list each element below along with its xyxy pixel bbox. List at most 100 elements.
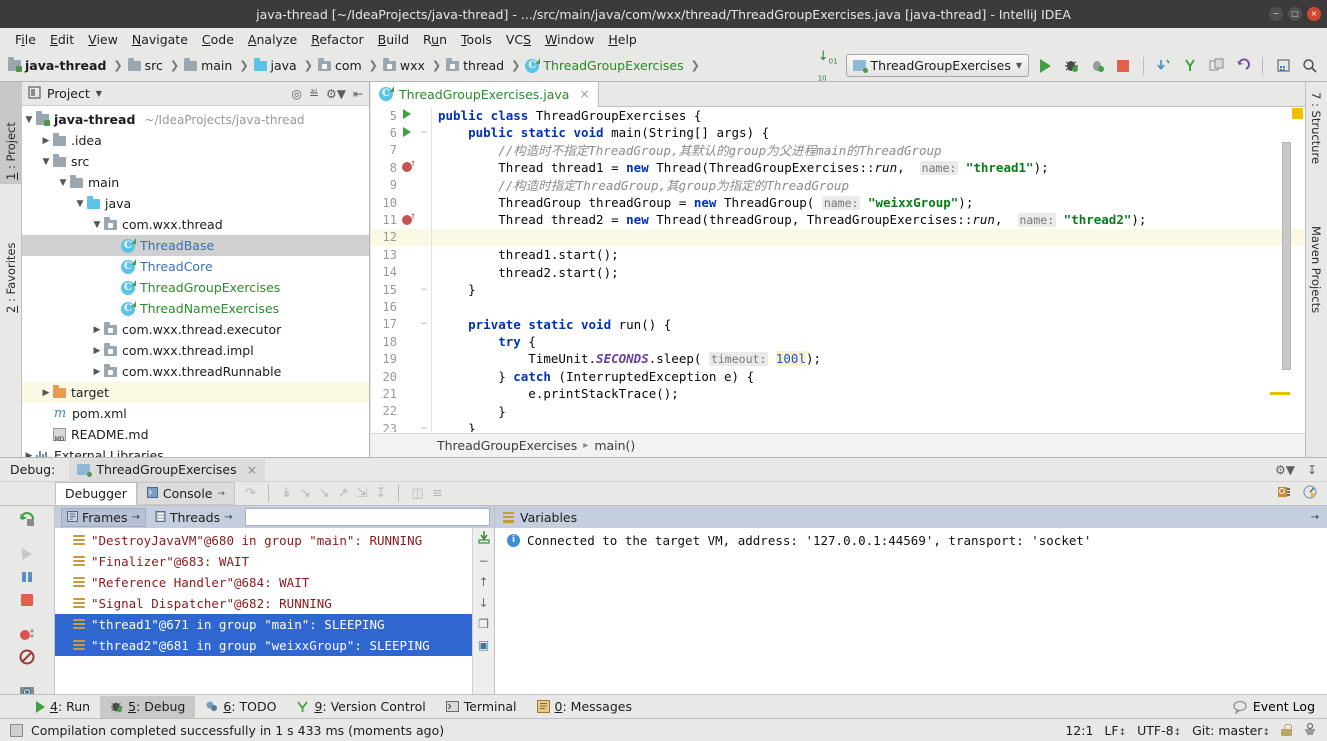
- code-fold-marker[interactable]: −: [417, 128, 431, 138]
- run-button[interactable]: [1035, 55, 1055, 77]
- code-line[interactable]: 11 Thread thread2 = new Thread(threadGro…: [371, 211, 1305, 229]
- target-icon[interactable]: ◎: [291, 87, 301, 101]
- run-gutter-icon[interactable]: [403, 126, 411, 137]
- settings-icon[interactable]: [1277, 485, 1291, 502]
- event-log-button[interactable]: Event Log: [1233, 699, 1327, 714]
- debug-button[interactable]: [1061, 55, 1081, 77]
- breakpoint-icon[interactable]: [402, 211, 416, 225]
- gutter-marker[interactable]: [397, 385, 417, 402]
- breadcrumb-item-wxx[interactable]: wxx ❯: [382, 57, 446, 73]
- gutter-marker[interactable]: [397, 281, 417, 298]
- drop-frame-icon[interactable]: ⇲: [357, 486, 368, 501]
- code-line[interactable]: 8 Thread thread1 = new Thread(ThreadGrou…: [371, 158, 1305, 177]
- gutter-marker[interactable]: [397, 298, 417, 315]
- tree-expand-arrow[interactable]: ▶: [39, 136, 53, 146]
- mute-breakpoints-icon[interactable]: ≡: [432, 486, 443, 501]
- stop-button[interactable]: [1113, 55, 1133, 77]
- breadcrumb-item-java-thread[interactable]: java-thread ❯: [8, 57, 128, 73]
- tree-node-pom-xml[interactable]: m pom.xml: [22, 403, 369, 424]
- code-fold-marker[interactable]: −: [417, 319, 431, 329]
- warning-stripe-marker[interactable]: [1270, 392, 1290, 395]
- tree-node-com-wxx-threadrunnable[interactable]: ▶ com.wxx.threadRunnable: [22, 361, 369, 382]
- breadcrumb-item-java[interactable]: java ❯: [253, 57, 318, 73]
- force-step-into-icon[interactable]: ↘: [319, 486, 330, 501]
- caret-position[interactable]: 12:1: [1065, 723, 1093, 738]
- menu-item-file[interactable]: File: [8, 30, 43, 49]
- breadcrumb-item-main[interactable]: main ❯: [184, 57, 253, 73]
- gutter-marker[interactable]: [397, 229, 417, 246]
- sidebar-item-project[interactable]: 1: Project: [0, 82, 22, 184]
- close-icon[interactable]: ×: [579, 87, 589, 101]
- tool-window-todo[interactable]: 6: TODO: [195, 696, 286, 718]
- gutter-marker[interactable]: [397, 316, 417, 333]
- menu-item-run[interactable]: Run: [416, 30, 454, 49]
- menu-item-vcs[interactable]: VCS: [499, 30, 538, 49]
- debug-session-tab[interactable]: ThreadGroupExercises ×: [69, 458, 266, 481]
- menu-item-analyze[interactable]: Analyze: [241, 30, 304, 49]
- minimize-button[interactable]: −: [1269, 7, 1283, 21]
- tree-node-readme-md[interactable]: MD README.md: [22, 424, 369, 445]
- collapse-all-icon[interactable]: ≝: [309, 87, 319, 101]
- project-tree[interactable]: ▼ java-thread ~/IdeaProjects/java-thread ▶.…: [22, 106, 369, 457]
- pause-icon[interactable]: [16, 569, 38, 585]
- breadcrumb-item-com[interactable]: com ❯: [317, 57, 383, 73]
- commit-icon[interactable]: [1180, 55, 1200, 77]
- rerun-icon[interactable]: [16, 510, 38, 528]
- code-line[interactable]: 5 public class ThreadGroupExercises {: [371, 107, 1305, 125]
- sidebar-item-favorites[interactable]: 2: Favorites: [0, 192, 22, 317]
- update-project-icon[interactable]: [1154, 55, 1174, 77]
- tree-expand-arrow[interactable]: ▼: [22, 115, 36, 125]
- tool-window-terminal[interactable]: Terminal: [436, 696, 527, 718]
- tree-node-threadgroupexercises[interactable]: C ThreadGroupExercises: [22, 277, 369, 298]
- breadcrumb-method[interactable]: main(): [594, 438, 635, 453]
- tab-console[interactable]: Console →: [136, 482, 236, 505]
- thread-row[interactable]: "thread2"@681 in group "weixxGroup": SLE…: [55, 635, 494, 656]
- gutter-marker[interactable]: [397, 264, 417, 281]
- diff-icon[interactable]: [1206, 55, 1226, 77]
- search-everywhere-icon[interactable]: [1299, 55, 1319, 77]
- menu-item-view[interactable]: View: [81, 30, 125, 49]
- breadcrumb-item-threadgroupexercises[interactable]: C ThreadGroupExercises ❯: [525, 57, 705, 73]
- copy-icon[interactable]: ❐: [478, 617, 489, 631]
- resume-icon[interactable]: [16, 546, 38, 562]
- tree-expand-arrow[interactable]: ▶: [39, 388, 53, 398]
- tree-node-com-wxx-thread-executor[interactable]: ▶ com.wxx.thread.executor: [22, 319, 369, 340]
- error-stripe-marker[interactable]: [1292, 108, 1303, 119]
- code-line[interactable]: 22 }: [371, 402, 1305, 421]
- gutter-marker[interactable]: [397, 403, 417, 420]
- gutter-marker[interactable]: [397, 420, 417, 432]
- vcs-branch[interactable]: Git: master↕: [1192, 723, 1270, 738]
- thread-row[interactable]: "thread1"@671 in group "main": SLEEPING: [55, 614, 494, 635]
- run-to-cursor-icon[interactable]: ↧: [375, 486, 386, 501]
- down-arrow-icon[interactable]: ↓: [478, 596, 488, 610]
- thread-row[interactable]: "Finalizer"@683: WAIT: [55, 551, 494, 572]
- gutter-marker[interactable]: [397, 333, 417, 350]
- pin-icon[interactable]: [1303, 485, 1317, 502]
- sidebar-item-maven[interactable]: Maven Projects: [1305, 222, 1327, 362]
- menu-item-refactor[interactable]: Refactor: [304, 30, 370, 49]
- menu-item-tools[interactable]: Tools: [454, 30, 499, 49]
- tool-window-messages[interactable]: 0: Messages: [527, 696, 642, 718]
- run-configuration-selector[interactable]: ThreadGroupExercises ▼: [845, 54, 1029, 77]
- coverage-button[interactable]: [1087, 55, 1107, 77]
- gutter-marker[interactable]: [397, 125, 417, 142]
- gutter-marker[interactable]: [397, 351, 417, 368]
- code-fold-marker[interactable]: −: [417, 424, 431, 432]
- tree-node-threadcore[interactable]: C ThreadCore: [22, 256, 369, 277]
- view-breakpoints-icon[interactable]: [16, 626, 38, 642]
- mute-breakpoints-icon[interactable]: [16, 649, 38, 665]
- threads-list[interactable]: "DestroyJavaVM"@680 in group "main": RUN…: [55, 528, 494, 656]
- close-button[interactable]: ×: [1307, 7, 1321, 21]
- gutter-marker[interactable]: [397, 107, 417, 124]
- tool-window-debug[interactable]: 5: Debug: [100, 695, 196, 718]
- tree-expand-arrow[interactable]: ▼: [90, 220, 104, 230]
- thread-row[interactable]: "Reference Handler"@684: WAIT: [55, 572, 494, 593]
- tree-expand-arrow[interactable]: ▼: [39, 157, 53, 167]
- step-out-icon[interactable]: ↗: [338, 486, 349, 501]
- tree-node-src[interactable]: ▼ src: [22, 151, 369, 172]
- menu-item-build[interactable]: Build: [371, 30, 416, 49]
- code-content[interactable]: 5 public class ThreadGroupExercises {6 − p…: [371, 107, 1305, 432]
- menu-item-edit[interactable]: Edit: [43, 30, 81, 49]
- code-line[interactable]: 12: [371, 228, 1305, 247]
- code-line[interactable]: 19 TimeUnit.SECONDS.sleep( timeout: 100l…: [371, 350, 1305, 368]
